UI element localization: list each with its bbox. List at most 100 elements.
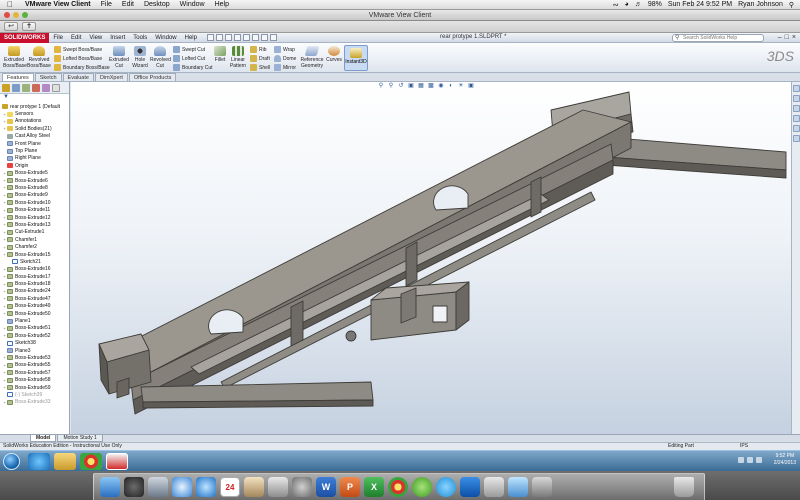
menu-window[interactable]: Window	[175, 1, 210, 8]
mirror-button[interactable]: Mirror	[274, 64, 296, 71]
skype-icon[interactable]	[436, 477, 456, 497]
tree-item[interactable]: + Boss-Extrude11	[2, 206, 69, 213]
revolved-cut-button[interactable]: Revolved Cut	[150, 46, 171, 69]
tab-evaluate[interactable]: Evaluate	[62, 73, 94, 81]
tree-item[interactable]: + Boss-Extrude53	[2, 354, 69, 361]
sw-restore-icon[interactable]: □	[785, 34, 789, 41]
sw-menu-file[interactable]: File	[49, 35, 67, 41]
help-search-input[interactable]: ⚲ Search SolidWorks Help	[672, 34, 764, 42]
rib-button[interactable]: Rib	[250, 46, 267, 53]
tree-item[interactable]: + Sensors	[2, 110, 69, 117]
dome-button[interactable]: Dome	[274, 55, 296, 62]
ie-taskbar-icon[interactable]	[28, 453, 50, 470]
fillet-button[interactable]: Fillet	[212, 46, 228, 63]
menu-file[interactable]: File	[96, 1, 117, 8]
battery-percent[interactable]: 98%	[648, 1, 662, 8]
tree-item[interactable]: + Solid Bodies(21)	[2, 125, 69, 132]
tree-item[interactable]: Front Plane	[2, 140, 69, 147]
itunes-icon[interactable]	[196, 477, 216, 497]
tree-item[interactable]: + Boss-Extrude17	[2, 273, 69, 280]
custom-properties-icon[interactable]	[793, 135, 800, 142]
apple-icon[interactable]: 	[0, 0, 20, 9]
instant3d-button[interactable]: Instant3D	[344, 45, 368, 71]
chrome-taskbar-icon[interactable]	[80, 453, 102, 470]
configuration-manager-icon[interactable]	[22, 84, 30, 92]
tree-item[interactable]: + Boss-Extrude51	[2, 325, 69, 332]
tray-volume-icon[interactable]	[756, 457, 762, 463]
spotlight-icon[interactable]: ⚲	[789, 1, 794, 9]
preview-icon[interactable]	[268, 477, 288, 497]
tab-model[interactable]: Model	[30, 435, 57, 442]
menu-app-name[interactable]: VMware View Client	[20, 1, 96, 8]
panel-expand-icon[interactable]	[52, 84, 60, 92]
spotify-icon[interactable]	[412, 477, 432, 497]
menu-desktop[interactable]: Desktop	[139, 1, 175, 8]
trash-icon[interactable]	[674, 477, 694, 497]
tree-item[interactable]: (-) Sketch39	[2, 391, 69, 398]
tab-dimxpert[interactable]: DimXpert	[94, 73, 128, 81]
finder-icon[interactable]	[100, 477, 120, 497]
tab-sketch[interactable]: Sketch	[34, 73, 62, 81]
system-preferences-icon[interactable]	[292, 477, 312, 497]
boundary-cut-button[interactable]: Boundary Cut	[173, 64, 213, 71]
tree-item[interactable]: + Boss-Extrude15	[2, 251, 69, 258]
tree-item[interactable]: + Boss-Extrude6	[2, 177, 69, 184]
filter-icon[interactable]: ▼	[0, 94, 69, 103]
tree-item[interactable]: + Boss-Extrude13	[2, 221, 69, 228]
dimxpert-manager-icon[interactable]	[32, 84, 40, 92]
sw-menu-tools[interactable]: Tools	[129, 35, 151, 41]
resources-icon[interactable]	[793, 85, 800, 92]
explorer-taskbar-icon[interactable]	[54, 453, 76, 470]
mail-icon[interactable]	[148, 477, 168, 497]
tree-item[interactable]: + Boss-Extrude16	[2, 266, 69, 273]
tree-item[interactable]: + Boss-Extrude5	[2, 170, 69, 177]
view-palette-icon[interactable]	[793, 115, 800, 122]
tree-item[interactable]: Sketch21	[2, 258, 69, 265]
hole-wizard-button[interactable]: Hole Wizard	[131, 46, 149, 69]
tab-office-products[interactable]: Office Products	[128, 73, 177, 81]
tree-item[interactable]: + Boss-Extrude10	[2, 199, 69, 206]
tree-item[interactable]: + Boss-Extrude52	[2, 332, 69, 339]
sw-menu-help[interactable]: Help	[181, 35, 201, 41]
tree-item[interactable]: Plane3	[2, 347, 69, 354]
tree-root[interactable]: rear protype 1 (Default	[2, 103, 69, 110]
reference-geometry-button[interactable]: Reference Geometry	[300, 46, 324, 69]
ical-icon[interactable]: 24	[220, 477, 240, 497]
boundary-boss-button[interactable]: Boundary Boss/Base	[54, 64, 110, 71]
options-icon[interactable]	[269, 34, 277, 41]
tree-item[interactable]: Right Plane	[2, 155, 69, 162]
save-icon[interactable]	[224, 34, 232, 41]
tray-flag-icon[interactable]	[738, 457, 744, 463]
tree-item[interactable]: + Boss-Extrude33	[2, 399, 69, 406]
tab-motion-study[interactable]: Motion Study 1	[57, 435, 103, 442]
draft-button[interactable]: Draft	[250, 55, 270, 62]
close-button[interactable]	[4, 12, 10, 18]
menu-edit[interactable]: Edit	[117, 1, 139, 8]
tree-item[interactable]: Plane1	[2, 317, 69, 324]
linear-pattern-button[interactable]: Linear Pattern	[229, 46, 247, 69]
tree-item[interactable]: + Boss-Extrude57	[2, 369, 69, 376]
tree-item[interactable]: + Boss-Extrude12	[2, 214, 69, 221]
vmware-icon[interactable]	[484, 477, 504, 497]
new-file-icon[interactable]	[206, 34, 214, 41]
tree-item[interactable]: + Boss-Extrude18	[2, 280, 69, 287]
open-file-icon[interactable]	[215, 34, 223, 41]
status-units[interactable]: IPS	[740, 443, 748, 450]
lofted-boss-button[interactable]: Lofted Boss/Base	[54, 55, 102, 62]
extruded-boss-button[interactable]: Extruded Boss/Base	[3, 46, 27, 69]
tree-item[interactable]: Sketch38	[2, 340, 69, 347]
solidworks-taskbar-icon[interactable]	[106, 453, 128, 470]
tree-item[interactable]: + Cut-Extrude1	[2, 229, 69, 236]
design-library-icon[interactable]	[793, 95, 800, 102]
tree-item[interactable]: + Boss-Extrude9	[2, 192, 69, 199]
tree-item[interactable]: Top Plane	[2, 147, 69, 154]
print-icon[interactable]	[233, 34, 241, 41]
tree-item[interactable]: + Chamfer1	[2, 236, 69, 243]
graphics-viewport[interactable]: ⚲ ⚲ ↺ ▣ ▦ ▩ ◉ ◐ ☀ ▣	[71, 82, 791, 434]
tree-item[interactable]: + Boss-Extrude59	[2, 384, 69, 391]
tree-item[interactable]: + Boss-Extrude24	[2, 288, 69, 295]
excel-icon[interactable]: X	[364, 477, 384, 497]
sw-menu-insert[interactable]: Insert	[106, 35, 129, 41]
tree-item[interactable]: + Boss-Extrude55	[2, 362, 69, 369]
sw-menu-window[interactable]: Window	[151, 35, 180, 41]
